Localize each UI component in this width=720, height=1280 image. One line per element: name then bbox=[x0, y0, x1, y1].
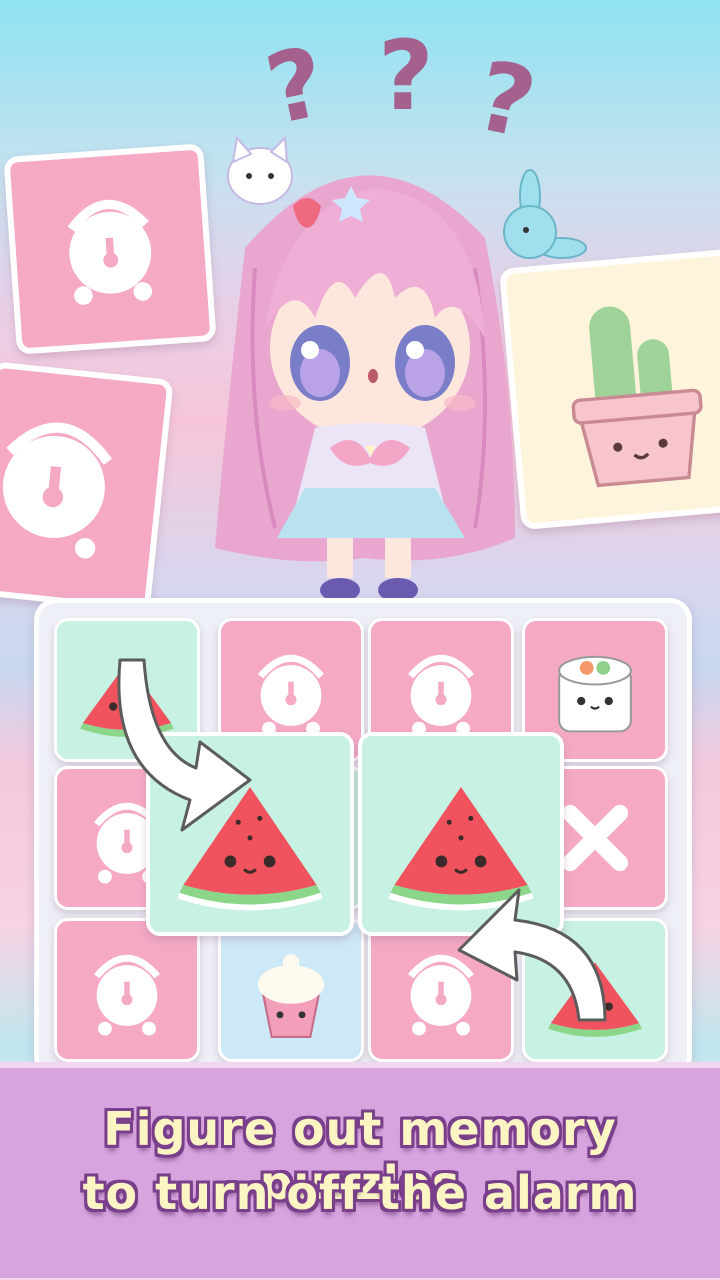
tile-alarm-clock[interactable] bbox=[54, 918, 200, 1062]
curved-arrow-icon bbox=[457, 888, 607, 1022]
cupcake-icon bbox=[257, 954, 325, 1038]
curved-arrow-icon bbox=[117, 658, 252, 832]
alarm-clock-icon bbox=[2, 422, 112, 559]
caption-banner: Figure out memory puzzles to turn off th… bbox=[0, 1062, 720, 1278]
caption-line-2: to turn off the alarm bbox=[82, 1166, 638, 1220]
tile-cupcake[interactable] bbox=[218, 918, 364, 1062]
chibi-girl-character bbox=[185, 128, 545, 618]
floating-alarm-card bbox=[0, 361, 174, 613]
alarm-clock-icon bbox=[67, 199, 153, 305]
question-mark: ? bbox=[378, 20, 434, 132]
hint-arrow-right bbox=[455, 870, 625, 1030]
alarm-clock-icon bbox=[94, 954, 160, 1036]
hint-arrow-left bbox=[100, 650, 260, 840]
